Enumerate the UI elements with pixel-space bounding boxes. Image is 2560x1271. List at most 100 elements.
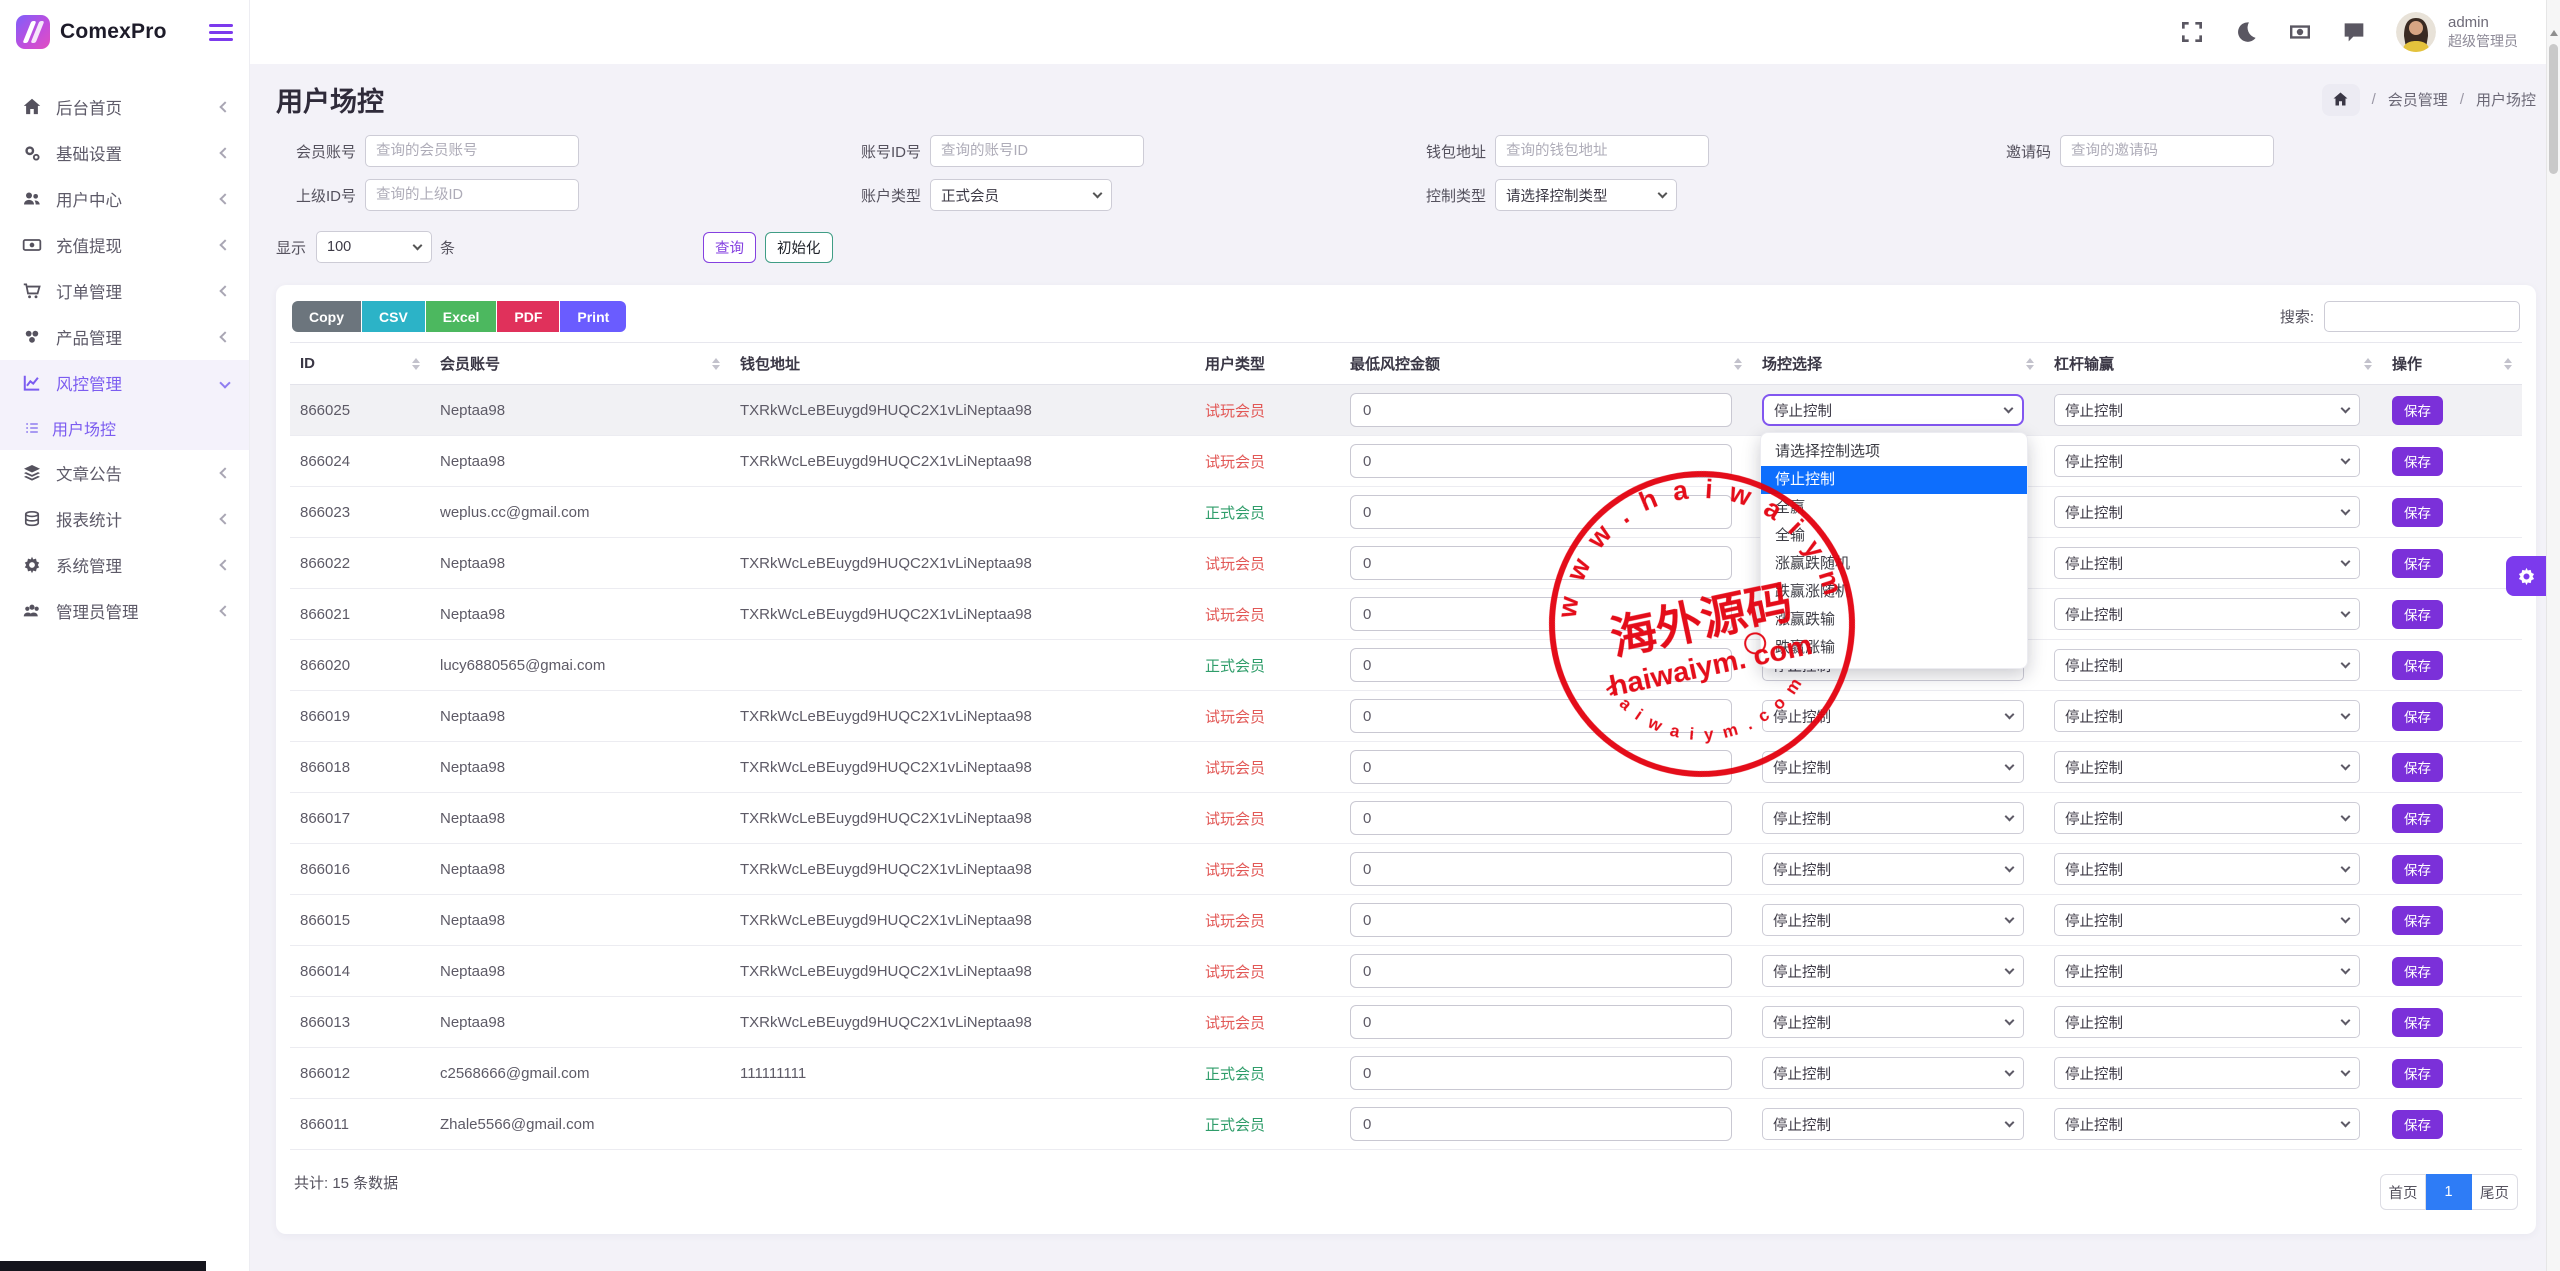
save-button[interactable]: 保存: [2392, 1110, 2443, 1139]
member-account-input[interactable]: [365, 135, 579, 167]
scene-control-select[interactable]: 停止控制: [1762, 802, 2024, 834]
dropdown-option[interactable]: 请选择控制选项: [1761, 438, 2027, 466]
dropdown-option[interactable]: 涨赢跌随机: [1761, 550, 2027, 578]
col-header-actions[interactable]: 操作: [2382, 343, 2522, 385]
page-size-select[interactable]: 100: [316, 231, 432, 263]
sidebar-item-products[interactable]: 产品管理: [0, 314, 249, 360]
dropdown-option[interactable]: 全赢: [1761, 494, 2027, 522]
col-header-leverage[interactable]: 杠杆输赢: [2044, 343, 2382, 385]
sidebar-item-basic-settings[interactable]: 基础设置: [0, 130, 249, 176]
risk-amount-input[interactable]: [1350, 546, 1732, 580]
sidebar-item-risk-management[interactable]: 风控管理: [0, 360, 249, 406]
sidebar-item-reports[interactable]: 报表统计: [0, 496, 249, 542]
sidebar-item-admins[interactable]: 管理员管理: [0, 588, 249, 634]
risk-amount-input[interactable]: [1350, 954, 1732, 988]
leverage-select[interactable]: 停止控制: [2054, 955, 2360, 987]
scene-control-select[interactable]: 停止控制: [1762, 700, 2024, 732]
risk-amount-input[interactable]: [1350, 1107, 1732, 1141]
sidebar-item-dashboard[interactable]: 后台首页: [0, 84, 249, 130]
leverage-select[interactable]: 停止控制: [2054, 445, 2360, 477]
risk-amount-input[interactable]: [1350, 852, 1732, 886]
sidebar-item-articles[interactable]: 文章公告: [0, 450, 249, 496]
save-button[interactable]: 保存: [2392, 804, 2443, 833]
risk-amount-input[interactable]: [1350, 597, 1732, 631]
col-header-scene-control[interactable]: 场控选择: [1752, 343, 2044, 385]
save-button[interactable]: 保存: [2392, 549, 2443, 578]
scene-control-select[interactable]: 停止控制: [1762, 751, 2024, 783]
save-button[interactable]: 保存: [2392, 447, 2443, 476]
leverage-select[interactable]: 停止控制: [2054, 802, 2360, 834]
pagination-current[interactable]: 1: [2426, 1174, 2472, 1210]
hamburger-menu-icon[interactable]: [209, 20, 233, 45]
leverage-select[interactable]: 停止控制: [2054, 598, 2360, 630]
sidebar-item-user-scene-control[interactable]: 用户场控: [0, 406, 249, 450]
excel-button[interactable]: Excel: [426, 301, 497, 332]
leverage-select[interactable]: 停止控制: [2054, 853, 2360, 885]
pagination-first[interactable]: 首页: [2380, 1174, 2426, 1210]
risk-amount-input[interactable]: [1350, 495, 1732, 529]
breadcrumb-member-management[interactable]: 会员管理: [2388, 89, 2448, 110]
sidebar-item-deposit-withdraw[interactable]: 充值提现: [0, 222, 249, 268]
scene-control-select[interactable]: 停止控制: [1762, 394, 2024, 426]
parent-id-input[interactable]: [365, 179, 579, 211]
admin-profile[interactable]: admin 超级管理员: [2396, 12, 2518, 52]
scene-control-select[interactable]: 停止控制: [1762, 1108, 2024, 1140]
fullscreen-icon[interactable]: [2180, 20, 2204, 44]
settings-fab[interactable]: [2506, 556, 2546, 596]
account-id-input[interactable]: [930, 135, 1144, 167]
save-button[interactable]: 保存: [2392, 855, 2443, 884]
breadcrumb-home-icon[interactable]: [2322, 84, 2360, 116]
account-type-select[interactable]: 正式会员: [930, 179, 1112, 211]
reset-button[interactable]: 初始化: [765, 232, 833, 263]
dark-mode-moon-icon[interactable]: [2234, 20, 2258, 44]
scene-control-select[interactable]: 停止控制: [1762, 853, 2024, 885]
leverage-select[interactable]: 停止控制: [2054, 394, 2360, 426]
leverage-select[interactable]: 停止控制: [2054, 649, 2360, 681]
save-button[interactable]: 保存: [2392, 957, 2443, 986]
copy-button[interactable]: Copy: [292, 301, 361, 332]
risk-amount-input[interactable]: [1350, 444, 1732, 478]
col-header-account[interactable]: 会员账号: [430, 343, 730, 385]
leverage-select[interactable]: 停止控制: [2054, 751, 2360, 783]
leverage-select[interactable]: 停止控制: [2054, 1057, 2360, 1089]
col-header-min-risk-amount[interactable]: 最低风控金额: [1340, 343, 1752, 385]
money-icon[interactable]: [2288, 20, 2312, 44]
sidebar-item-system[interactable]: 系统管理: [0, 542, 249, 588]
save-button[interactable]: 保存: [2392, 600, 2443, 629]
wallet-input[interactable]: [1495, 135, 1709, 167]
chat-icon[interactable]: [2342, 20, 2366, 44]
sidebar-item-orders[interactable]: 订单管理: [0, 268, 249, 314]
dropdown-option[interactable]: 跌赢涨随机: [1761, 578, 2027, 606]
risk-amount-input[interactable]: [1350, 750, 1732, 784]
query-button[interactable]: 查询: [703, 232, 756, 263]
save-button[interactable]: 保存: [2392, 753, 2443, 782]
col-header-id[interactable]: ID: [290, 343, 430, 385]
risk-amount-input[interactable]: [1350, 393, 1732, 427]
scene-control-select[interactable]: 停止控制: [1762, 904, 2024, 936]
leverage-select[interactable]: 停止控制: [2054, 904, 2360, 936]
risk-amount-input[interactable]: [1350, 1005, 1732, 1039]
pagination-last[interactable]: 尾页: [2472, 1174, 2518, 1210]
scene-control-select[interactable]: 停止控制: [1762, 1006, 2024, 1038]
invite-code-input[interactable]: [2060, 135, 2274, 167]
scrollbar-thumb[interactable]: [2549, 44, 2558, 174]
sidebar-item-user-center[interactable]: 用户中心: [0, 176, 249, 222]
leverage-select[interactable]: 停止控制: [2054, 496, 2360, 528]
csv-button[interactable]: CSV: [362, 301, 425, 332]
dropdown-option[interactable]: 涨赢跌输: [1761, 606, 2027, 634]
dropdown-option[interactable]: 全输: [1761, 522, 2027, 550]
save-button[interactable]: 保存: [2392, 906, 2443, 935]
dropdown-option[interactable]: 跌赢涨输: [1761, 634, 2027, 662]
scene-control-select[interactable]: 停止控制: [1762, 955, 2024, 987]
save-button[interactable]: 保存: [2392, 396, 2443, 425]
scroll-up-arrow[interactable]: [2550, 30, 2558, 36]
risk-amount-input[interactable]: [1350, 903, 1732, 937]
risk-amount-input[interactable]: [1350, 801, 1732, 835]
leverage-select[interactable]: 停止控制: [2054, 547, 2360, 579]
scene-control-select[interactable]: 停止控制: [1762, 1057, 2024, 1089]
save-button[interactable]: 保存: [2392, 651, 2443, 680]
leverage-select[interactable]: 停止控制: [2054, 700, 2360, 732]
risk-amount-input[interactable]: [1350, 699, 1732, 733]
pdf-button[interactable]: PDF: [497, 301, 559, 332]
leverage-select[interactable]: 停止控制: [2054, 1108, 2360, 1140]
